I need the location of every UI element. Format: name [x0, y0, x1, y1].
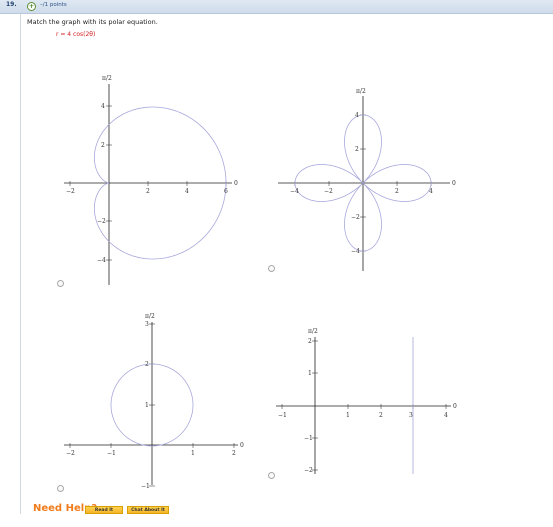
graph-a-xtick-0: −2: [66, 188, 75, 195]
graph-c-xtick-0: −2: [66, 450, 75, 457]
graph-d-xtick-4: 4: [444, 412, 448, 419]
graph-a-radio[interactable]: [57, 280, 64, 287]
graph-c-zero: 0: [240, 442, 244, 449]
graph-a-xtick-2: 4: [185, 188, 189, 195]
question-prompt: Match the graph with its polar equation.: [27, 18, 158, 26]
graph-b-pi-label: π/2: [356, 88, 366, 95]
polar-equation: r = 4 cos(2θ): [56, 31, 96, 38]
left-divider: [20, 14, 21, 514]
graph-a-ytick-2: −2: [97, 218, 106, 225]
graph-b-ytick-2: −2: [351, 214, 360, 221]
question-number: 19.: [6, 1, 17, 8]
graph-a-ytick-0: 4: [101, 103, 105, 110]
graph-c-ytick-3: −1: [141, 483, 150, 490]
graph-d-xtick-3: 3: [409, 412, 413, 419]
graph-d-xtick-2: 2: [379, 412, 383, 419]
graph-d-pi-label: π/2: [308, 328, 318, 335]
graph-d-xtick-0: −1: [278, 412, 287, 419]
graph-c-ytick-1: 2: [145, 361, 149, 368]
graph-a-pi-label: π/2: [102, 75, 112, 82]
graph-d-ytick-3: −2: [304, 467, 313, 474]
graph-d-zero: 0: [453, 403, 457, 410]
graph-a-xtick-3: 6: [224, 188, 228, 195]
points-label: –/1 points: [40, 2, 67, 8]
graph-b-ytick-0: 4: [355, 112, 359, 119]
graph-b-xtick-3: 4: [429, 188, 433, 195]
graph-d-ytick-1: 1: [308, 370, 312, 377]
graph-b-ytick-3: −4: [351, 248, 360, 255]
graph-a-xtick-1: 2: [146, 188, 150, 195]
graph-d-ytick-0: 2: [308, 338, 312, 345]
graph-a-ytick-1: 2: [101, 142, 105, 149]
graph-c-radio[interactable]: [57, 485, 64, 492]
graph-c-xtick-1: −1: [107, 450, 116, 457]
read-it-button[interactable]: Read It: [85, 506, 123, 514]
graph-a-ytick-3: −4: [97, 257, 106, 264]
graph-b-ytick-1: 2: [355, 146, 359, 153]
graph-c-ytick-2: 1: [145, 402, 149, 409]
graph-c-xtick-2: 1: [191, 450, 195, 457]
graph-c-ytick-0: 3: [145, 321, 149, 328]
graph-a-zero: 0: [234, 180, 238, 187]
graph-d-ytick-2: −1: [304, 435, 313, 442]
graph-b-zero: 0: [452, 180, 456, 187]
graph-b-radio[interactable]: [268, 265, 275, 272]
graph-c-xtick-3: 2: [232, 450, 236, 457]
graph-b-xtick-2: 2: [395, 188, 399, 195]
expand-plus-icon[interactable]: +: [27, 2, 36, 11]
chat-about-it-button[interactable]: Chat About It: [127, 506, 169, 514]
graph-d-xtick-1: 1: [346, 412, 350, 419]
graph-c-pi-label: π/2: [145, 313, 155, 320]
graph-d-radio[interactable]: [268, 472, 275, 479]
question-header: 19. + –/1 points: [0, 0, 553, 14]
graph-b-xtick-1: −2: [324, 188, 333, 195]
graph-b-xtick-0: −4: [290, 188, 299, 195]
